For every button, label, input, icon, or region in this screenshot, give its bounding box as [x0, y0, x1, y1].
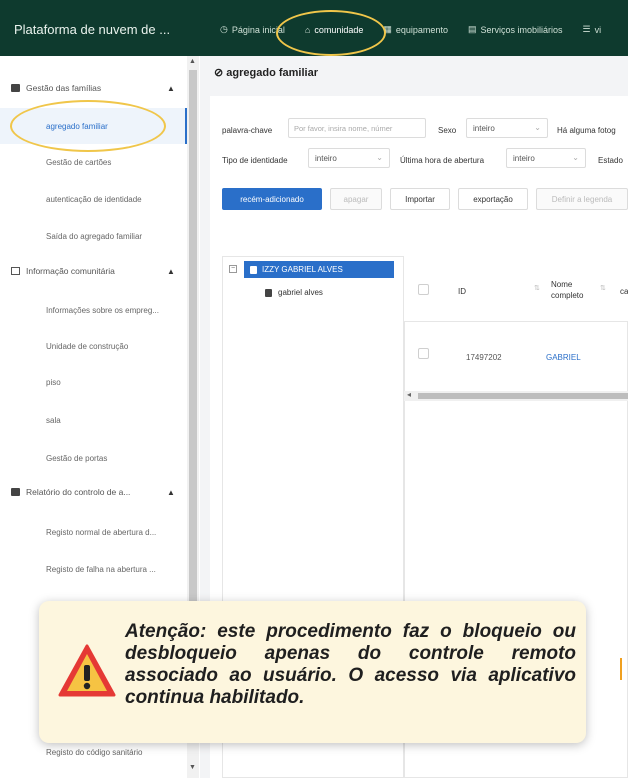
keyword-label: palavra-chave [222, 126, 273, 135]
chevron-down-icon: ⌄ [572, 153, 579, 162]
tree-child-label: gabriel alves [278, 288, 323, 297]
sidebar-item-employees[interactable]: Informações sobre os empreg... [0, 292, 187, 328]
person-icon [265, 288, 272, 297]
sidebar-item-household-exit[interactable]: Saída do agregado familiar [0, 218, 187, 254]
sex-label: Sexo [438, 126, 457, 135]
photo-label: Há alguma fotog [557, 126, 616, 135]
collapse-icon[interactable]: − [229, 265, 237, 273]
sex-select-value: inteiro [473, 124, 495, 133]
chevron-down-icon: ⌄ [534, 123, 541, 132]
nav-more[interactable]: ☰ vi [573, 22, 612, 37]
keyword-input[interactable]: Por favor, insira nome, númer [288, 118, 426, 138]
sidebar-group-label: Gestão das famílias [26, 83, 102, 93]
last-open-select[interactable]: inteiro ⌄ [506, 148, 586, 168]
sidebar-group-label: Relatório do controlo de a... [26, 487, 131, 497]
sidebar-group-access-report[interactable]: Relatório do controlo de a... ▲ [0, 474, 187, 510]
column-header-name[interactable]: Nome completo [551, 279, 593, 301]
sidebar-group-label: Informação comunitária [26, 266, 115, 276]
column-header-id[interactable]: ID [458, 287, 466, 296]
sidebar-item-health-code-log[interactable]: Registo do código sanitário [46, 748, 143, 757]
sidebar-item-building-unit[interactable]: Unidade de construção [0, 328, 187, 364]
clock-icon: ◷ [220, 24, 228, 34]
chevron-up-icon: ▲ [167, 487, 175, 497]
set-caption-button[interactable]: Definir a legenda [536, 188, 628, 210]
sidebar-item-identity[interactable]: autenticação de identidade [0, 181, 187, 217]
last-open-label: Última hora de abertura [400, 156, 485, 165]
nav-property-services[interactable]: ▤ Serviços imobiliários [458, 22, 573, 37]
export-button[interactable]: exportação [458, 188, 528, 210]
select-all-checkbox[interactable] [418, 284, 429, 295]
identity-type-label: Tipo de identidade [222, 156, 288, 165]
identity-type-value: inteiro [315, 154, 337, 163]
sidebar-item-normal-opening-log[interactable]: Registo normal de abertura d... [0, 514, 187, 550]
state-label: Estado [598, 156, 623, 165]
platform-title[interactable]: Plataforma de nuvem de ... [14, 22, 170, 37]
sort-icon[interactable]: ⇅ [600, 284, 606, 292]
house-icon [11, 267, 20, 275]
chevron-up-icon: ▲ [167, 83, 175, 93]
sidebar-item-room[interactable]: sala [0, 402, 187, 438]
sidebar-group-community[interactable]: Informação comunitária ▲ [0, 253, 187, 289]
scroll-down-icon[interactable]: ▼ [189, 764, 196, 771]
page-title-text: agregado familiar [226, 67, 318, 79]
cell-name-link[interactable]: GABRIEL [546, 353, 581, 362]
last-open-value: inteiro [513, 154, 535, 163]
nav-highlight-circle [276, 10, 386, 56]
sex-select[interactable]: inteiro ⌄ [466, 118, 548, 138]
list-icon: ☰ [582, 24, 591, 34]
scroll-left-icon[interactable]: ◂ [407, 390, 411, 399]
column-header-partial[interactable]: ca [620, 287, 628, 296]
edge-marker [620, 658, 622, 680]
sidebar-item-doors[interactable]: Gestão de portas [0, 440, 187, 476]
building-icon: ▤ [467, 24, 477, 34]
main-nav: ◷ Página inicial ⌂ comunidade ▦ equipame… [210, 22, 611, 37]
household-icon [250, 265, 257, 274]
nav-equipment[interactable]: ▦ equipamento [373, 22, 458, 37]
delete-button[interactable]: apagar [330, 188, 382, 210]
nav-more-label: vi [594, 24, 602, 35]
nav-equipment-label: equipamento [395, 24, 448, 35]
sidebar-item-failed-opening-log[interactable]: Registo de falha na abertura ... [0, 551, 187, 587]
sidebar-item-floor[interactable]: piso [0, 364, 187, 400]
import-button[interactable]: Importar [390, 188, 450, 210]
tree-node-household[interactable]: IZZY GABRIEL ALVES [244, 261, 394, 278]
add-button[interactable]: recém-adicionado [222, 188, 322, 210]
sidebar-highlight-circle [10, 100, 166, 152]
tag-icon: ⊘ [214, 67, 227, 79]
cell-id: 17497202 [466, 353, 502, 362]
nav-property-services-label: Serviços imobiliários [480, 24, 563, 35]
warning-notice-text: Atenção: este procedimento faz o bloquei… [125, 621, 576, 708]
table-header [404, 256, 628, 322]
table-scrollbar-thumb[interactable] [418, 393, 628, 399]
family-icon [11, 84, 20, 92]
chevron-up-icon: ▲ [167, 266, 175, 276]
row-checkbox[interactable] [418, 348, 429, 359]
scroll-up-icon[interactable]: ▲ [189, 58, 196, 65]
sidebar-scrollbar-thumb[interactable] [189, 70, 197, 615]
warning-icon [58, 644, 116, 697]
page-title: ⊘ agregado familiar [214, 66, 318, 79]
sort-icon[interactable]: ⇅ [534, 284, 540, 292]
report-icon [11, 488, 20, 496]
tree-node-label: IZZY GABRIEL ALVES [262, 265, 343, 274]
tree-node-member[interactable]: gabriel alves [265, 288, 323, 297]
chevron-down-icon: ⌄ [376, 153, 383, 162]
identity-type-select[interactable]: inteiro ⌄ [308, 148, 390, 168]
